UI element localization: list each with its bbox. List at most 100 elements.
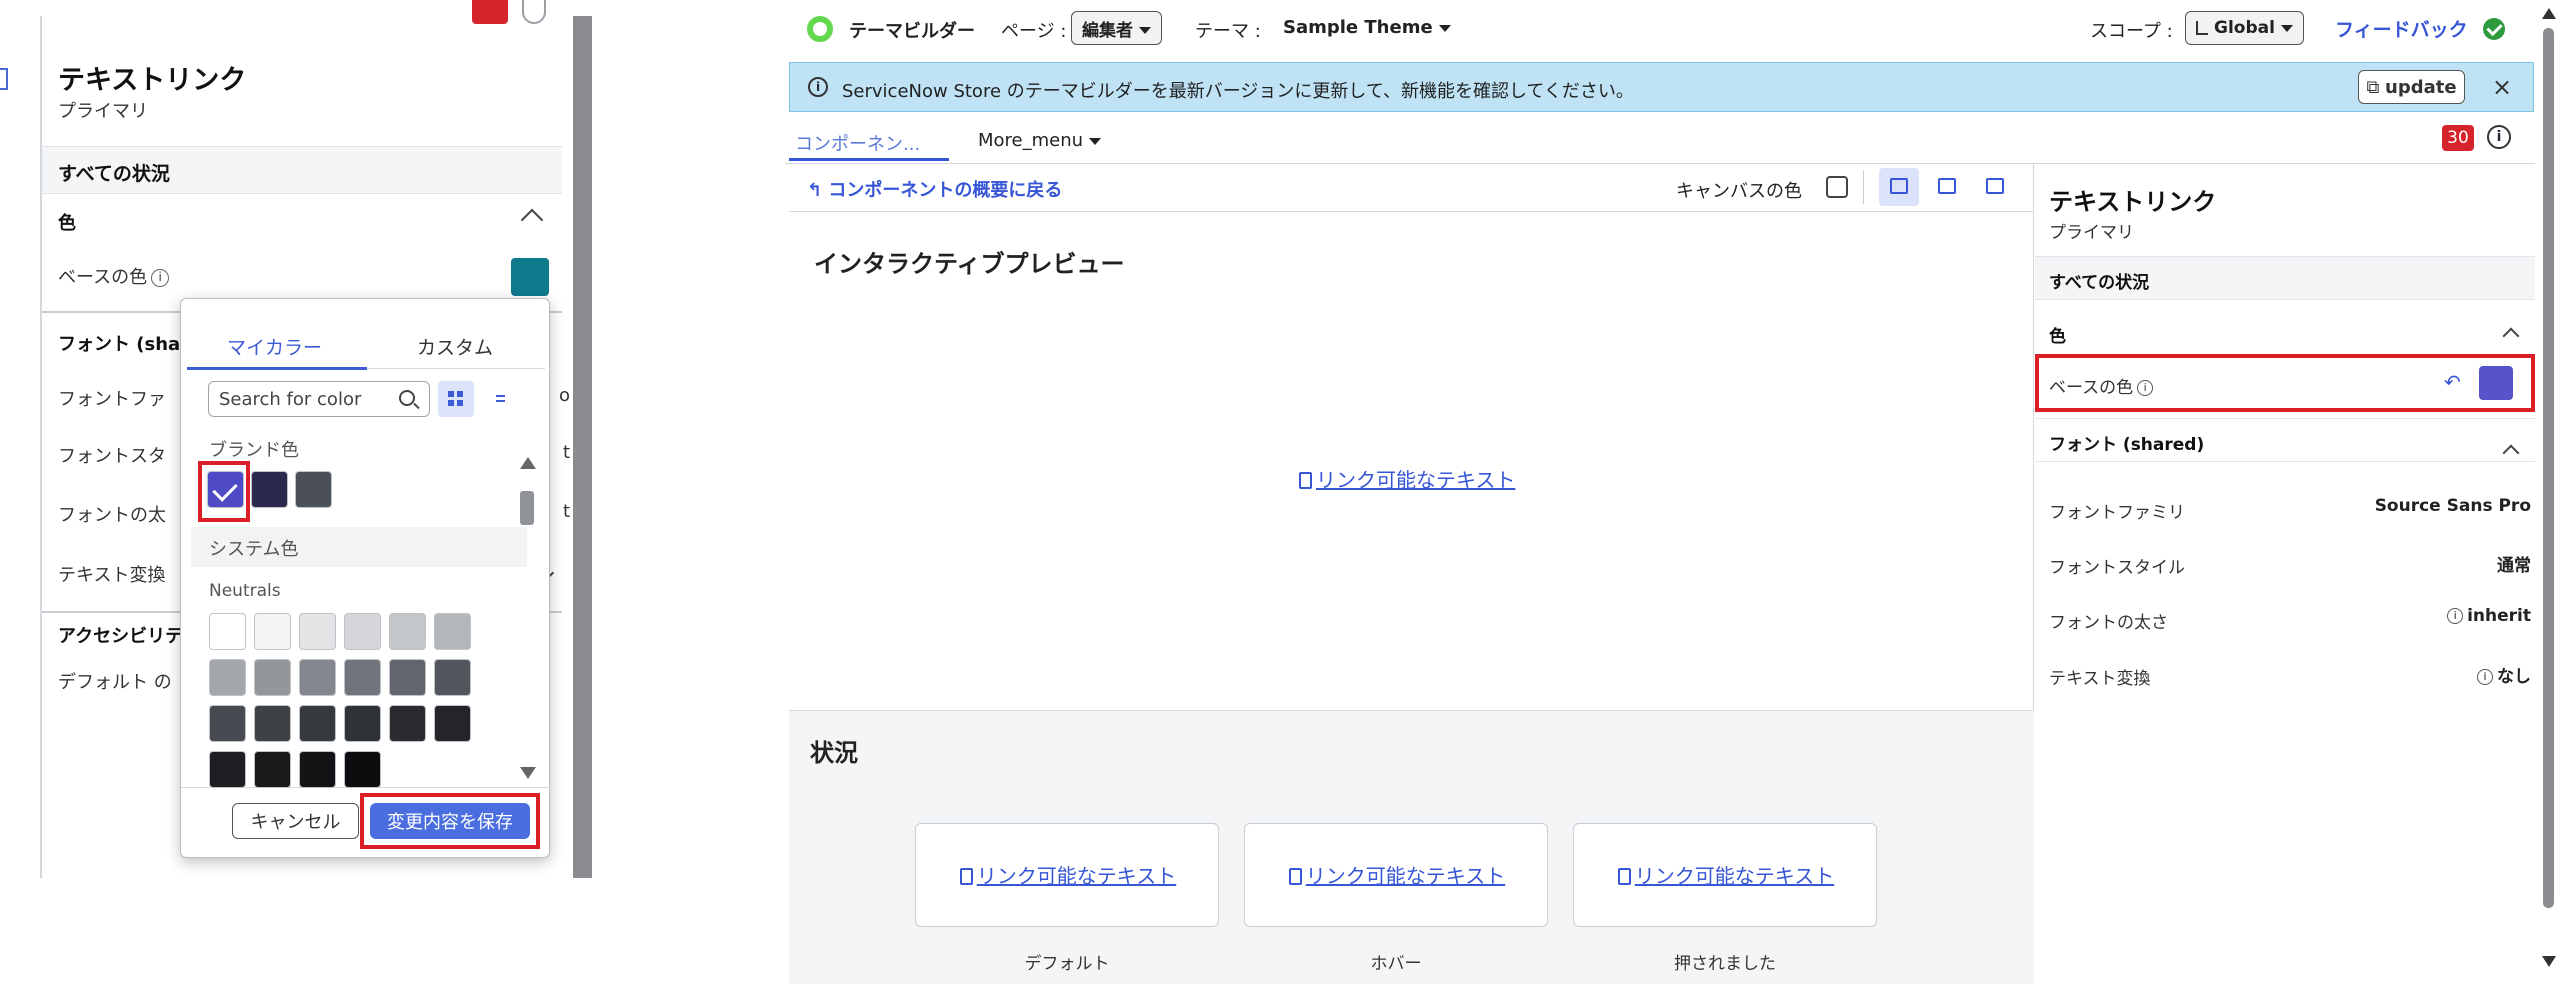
neutral-swatch[interactable] <box>254 751 291 788</box>
grid-icon <box>448 391 454 397</box>
font-style-label: フォントスタイル <box>2049 558 2185 578</box>
tab-component[interactable]: コンポーネン... <box>795 130 920 156</box>
back-arrow-icon: ↰ <box>807 180 829 201</box>
scroll-down-icon[interactable] <box>520 767 536 779</box>
accessibility-section-label: アクセシビリテ <box>58 626 184 647</box>
window-scrollbar[interactable] <box>2537 0 2560 984</box>
close-icon[interactable]: × <box>2492 73 2512 101</box>
neutral-swatch[interactable] <box>254 705 291 742</box>
neutral-swatch[interactable] <box>389 659 426 696</box>
feedback-link[interactable]: フィードバック <box>2335 15 2468 42</box>
grid-icon <box>457 400 463 406</box>
text-transform-value[interactable]: i なし <box>2473 662 2531 687</box>
neutral-swatch[interactable] <box>254 613 291 650</box>
neutral-swatch[interactable] <box>254 659 291 696</box>
neutral-swatch[interactable] <box>209 751 246 788</box>
font-family-value[interactable]: Source Sans Pro <box>2375 496 2531 516</box>
neutral-swatch[interactable] <box>299 659 336 696</box>
rail-marker <box>0 68 8 90</box>
panel-subtitle: プライマリ <box>58 101 148 122</box>
color-section-label: 色 <box>58 213 76 234</box>
brand-swatch-selected[interactable] <box>207 471 244 508</box>
state-link[interactable]: リンク可能なテキスト <box>1574 860 1878 889</box>
neutral-swatch[interactable] <box>209 613 246 650</box>
text-transform-text: なし <box>2497 667 2531 687</box>
font-family-label: フォントファミリ <box>2049 503 2185 523</box>
chevron-up-icon[interactable] <box>2502 327 2520 345</box>
tab-more-menu[interactable]: More_menu <box>978 130 1102 151</box>
tab-my-colors[interactable]: マイカラー <box>227 333 322 360</box>
state-link[interactable]: リンク可能なテキスト <box>916 860 1220 889</box>
neutral-swatch[interactable] <box>209 705 246 742</box>
neutral-swatch[interactable] <box>389 613 426 650</box>
info-icon[interactable]: i <box>151 269 170 287</box>
neutral-swatch[interactable] <box>209 659 246 696</box>
cancel-button[interactable]: キャンセル <box>232 803 359 839</box>
caret-down-icon <box>1139 27 1151 34</box>
preview-link[interactable]: リンク可能なテキスト <box>1299 464 1515 493</box>
info-icon[interactable]: i <box>2137 380 2154 396</box>
font-weight-value[interactable]: i inherit <box>2443 606 2531 626</box>
reset-icon[interactable]: ↶ <box>2444 370 2461 394</box>
caret-down-icon <box>1089 137 1102 145</box>
grid-view-button[interactable] <box>438 381 474 417</box>
chevron-up-icon[interactable] <box>520 208 544 232</box>
list-view-button[interactable] <box>482 381 518 417</box>
checkmark-icon <box>212 476 238 502</box>
font-style-value[interactable]: 通常 <box>2497 551 2531 576</box>
layout-right-button[interactable] <box>1975 168 2015 206</box>
state-card-pressed: リンク可能なテキスト <box>1573 823 1877 927</box>
theme-label: テーマ : <box>1195 21 1261 42</box>
state-link[interactable]: リンク可能なテキスト <box>1245 860 1549 889</box>
brand-swatch[interactable] <box>251 471 288 508</box>
neutral-swatch[interactable] <box>299 751 336 788</box>
font-section-label: フォント (shared) <box>2049 435 2205 455</box>
scroll-thumb[interactable] <box>2543 28 2554 908</box>
state-label-default: デフォルト <box>1024 954 1110 974</box>
scope-selector[interactable]: Global <box>2185 11 2304 45</box>
update-banner: i ServiceNow Store のテーマビルダーを最新バージョンに更新して… <box>789 62 2534 112</box>
scroll-up-icon[interactable] <box>2542 8 2556 19</box>
neutral-swatch[interactable] <box>344 659 381 696</box>
back-to-overview-link[interactable]: ↰ コンポーネントの概要に戻る <box>807 176 1062 202</box>
update-button[interactable]: ⧉ update <box>2358 70 2465 104</box>
text-transform-row: テキスト変換 <box>58 565 166 586</box>
scroll-up-icon[interactable] <box>520 457 536 469</box>
swatch-scrollbar[interactable] <box>516 449 536 779</box>
scroll-down-icon[interactable] <box>2542 956 2556 967</box>
search-icon[interactable] <box>399 390 415 406</box>
scroll-thumb[interactable] <box>520 491 534 525</box>
layout-bottom-button[interactable] <box>1879 168 1919 206</box>
status-check-icon <box>2483 18 2505 40</box>
save-changes-button[interactable]: 変更内容を保存 <box>370 803 530 839</box>
neutral-swatch[interactable] <box>389 705 426 742</box>
brand-swatch[interactable] <box>295 471 332 508</box>
neutral-swatch[interactable] <box>434 613 471 650</box>
state-label-hover: ホバー <box>1370 954 1422 974</box>
canvas-color-checkbox[interactable] <box>1826 176 1848 198</box>
neutral-swatch[interactable] <box>299 705 336 742</box>
zoomed-property-panel: テキストリンク プライマリ すべての状況 色 ベースの色 i フォント (sha … <box>0 0 592 878</box>
theme-selector[interactable]: Sample Theme <box>1283 17 1451 38</box>
neutral-swatch[interactable] <box>344 751 381 788</box>
layout-left-button[interactable] <box>1927 168 1967 206</box>
issues-badge[interactable]: 30 <box>2442 125 2474 151</box>
info-icon[interactable]: i <box>2487 125 2511 149</box>
scope-value: Global <box>2214 18 2275 38</box>
page-label: ページ : <box>1001 21 1067 42</box>
info-icon: i <box>2477 669 2493 685</box>
base-color-swatch[interactable] <box>511 258 549 296</box>
color-search-input[interactable] <box>219 388 389 410</box>
neutral-swatch[interactable] <box>299 613 336 650</box>
toolbar-separator <box>1863 170 1864 204</box>
grid-icon <box>457 391 463 397</box>
top-bar: テーマビルダー ページ : 編集者 テーマ : Sample Theme スコー… <box>785 0 2535 58</box>
neutral-swatch[interactable] <box>344 613 381 650</box>
tab-custom[interactable]: カスタム <box>417 333 493 360</box>
panel-scrollbar[interactable] <box>573 16 592 878</box>
page-selector[interactable]: 編集者 <box>1071 11 1162 45</box>
neutral-swatch[interactable] <box>434 705 471 742</box>
neutral-swatch[interactable] <box>344 705 381 742</box>
neutral-swatch[interactable] <box>434 659 471 696</box>
base-color-swatch[interactable] <box>2479 366 2513 400</box>
